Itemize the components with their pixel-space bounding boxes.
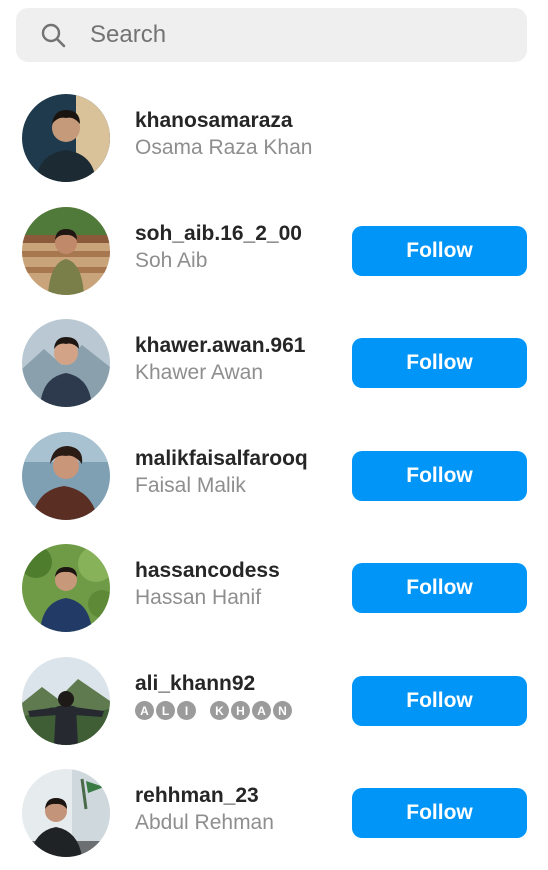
search-bar[interactable] — [16, 8, 527, 62]
avatar[interactable] — [22, 431, 110, 520]
follow-button[interactable]: Follow — [352, 563, 527, 613]
username[interactable]: hassancodess — [135, 558, 280, 584]
search-icon — [40, 22, 66, 48]
circled-letter: K — [210, 701, 229, 720]
avatar[interactable] — [22, 656, 110, 745]
username[interactable]: malikfaisalfarooq — [135, 446, 308, 472]
follow-button[interactable]: Follow — [352, 675, 527, 726]
search-input[interactable] — [90, 21, 470, 49]
full-name: Osama Raza Khan — [135, 136, 313, 159]
user-row[interactable]: rehhman_23 Abdul Rehman Follow — [0, 757, 548, 870]
circled-letter: H — [231, 701, 250, 720]
username[interactable]: soh_aib.16_2_00 — [135, 221, 302, 247]
user-row[interactable]: khanosamaraza Osama Raza Khan — [0, 82, 548, 195]
full-name: Hassan Hanif — [135, 586, 262, 609]
username[interactable]: rehhman_23 — [135, 783, 274, 809]
full-name: Khawer Awan — [135, 361, 264, 384]
user-row[interactable]: khawer.awan.961 Khawer Awan Follow — [0, 307, 548, 420]
circled-letter: L — [156, 701, 175, 720]
suggested-users-list: khanosamaraza Osama Raza Khan soh_aib.16… — [0, 82, 548, 870]
user-row[interactable]: soh_aib.16_2_00 Soh Aib Follow — [0, 195, 548, 308]
follow-button[interactable]: Follow — [352, 788, 527, 838]
follow-button[interactable]: Follow — [352, 338, 527, 388]
user-row[interactable]: malikfaisalfarooq Faisal Malik Follow — [0, 420, 548, 533]
full-name: Faisal Malik — [135, 473, 246, 497]
circled-letter: N — [273, 701, 292, 720]
avatar[interactable] — [22, 769, 110, 857]
user-row[interactable]: ali_khann92 ALIKHAN Follow — [0, 645, 548, 758]
full-name: ALIKHAN — [135, 697, 292, 725]
follow-button[interactable]: Follow — [352, 450, 527, 501]
full-name: Soh Aib — [135, 248, 208, 272]
circled-letter: A — [252, 701, 271, 720]
username[interactable]: khawer.awan.961 — [135, 333, 305, 359]
avatar[interactable] — [22, 94, 110, 182]
circled-letter: I — [177, 701, 196, 720]
avatar[interactable] — [22, 206, 110, 295]
full-name: Abdul Rehman — [135, 811, 274, 834]
circled-letter: A — [135, 701, 154, 720]
avatar[interactable] — [22, 544, 110, 632]
avatar[interactable] — [22, 319, 110, 407]
username[interactable]: ali_khann92 — [135, 671, 292, 697]
user-row[interactable]: hassancodess Hassan Hanif Follow — [0, 532, 548, 645]
follow-button[interactable]: Follow — [352, 225, 527, 276]
username[interactable]: khanosamaraza — [135, 108, 312, 134]
